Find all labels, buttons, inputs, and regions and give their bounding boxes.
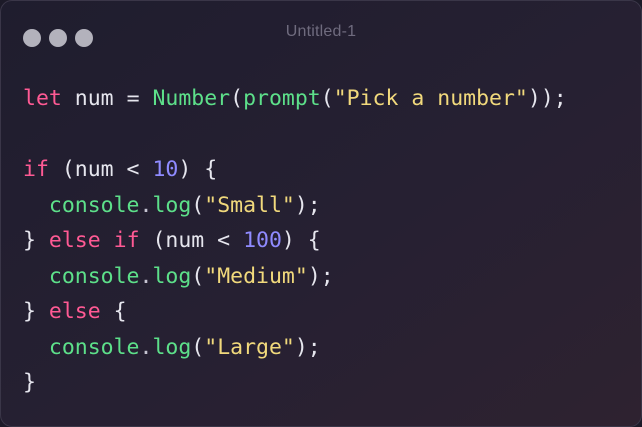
code-line-6: console.log("Medium"); [23, 259, 567, 295]
code-token: if [113, 228, 140, 253]
code-token: ); [307, 263, 334, 289]
code-token: 100 [243, 228, 282, 253]
window-title: Untitled-1 [285, 23, 357, 40]
code-token: if [23, 157, 49, 182]
code-token: . [139, 192, 153, 218]
code-token: console [48, 334, 140, 360]
code-token: ); [294, 334, 321, 360]
code-token: log [152, 263, 192, 289]
code-token: num = [61, 86, 153, 111]
code-token: . [139, 263, 153, 289]
code-token: ( [320, 86, 334, 111]
code-token: log [152, 192, 192, 218]
code-token: ( [191, 334, 205, 360]
code-token: "Large" [204, 334, 295, 360]
code-line-4: console.log("Small"); [23, 188, 567, 224]
code-token: console [48, 192, 140, 218]
code-token: } [23, 228, 49, 253]
code-token: let [23, 86, 62, 111]
code-token: ( [191, 263, 205, 289]
code-line-3: if (num < 10) { [23, 152, 567, 188]
code-line-9: } [23, 365, 567, 401]
code-token: prompt [243, 86, 321, 111]
code-token: "Small" [204, 192, 295, 218]
title-bar: Untitled-1 [1, 1, 641, 65]
code-token: } [23, 299, 49, 324]
code-token: { [100, 299, 127, 324]
code-line-1: let num = Number(prompt("Pick a number")… [23, 81, 567, 117]
code-token: else [48, 299, 101, 324]
code-token: } [23, 370, 36, 395]
code-line-5: } else if (num < 100) { [23, 223, 567, 259]
code-token: (num < [139, 228, 244, 253]
code-token: )); [527, 86, 567, 111]
code-token: ) { [281, 228, 321, 253]
code-line-7: } else { [23, 294, 567, 330]
code-token: console [48, 263, 140, 289]
code-token: "Medium" [204, 263, 308, 289]
code-line-8: console.log("Large"); [23, 330, 567, 366]
code-token: ( [230, 86, 244, 111]
code-token: ( [191, 192, 205, 218]
editor-window: Untitled-1 let num = Number(prompt("Pick… [0, 0, 642, 427]
code-editor[interactable]: let num = Number(prompt("Pick a number")… [23, 81, 567, 401]
code-token: . [139, 334, 153, 360]
code-token: ); [294, 192, 321, 218]
code-token: (num < [48, 157, 153, 182]
code-token: else [48, 228, 101, 253]
code-token: Number [152, 86, 231, 111]
code-token: ) { [178, 157, 218, 182]
code-token: 10 [152, 157, 179, 182]
code-token: log [152, 334, 192, 360]
code-token: "Pick a number" [333, 86, 528, 111]
